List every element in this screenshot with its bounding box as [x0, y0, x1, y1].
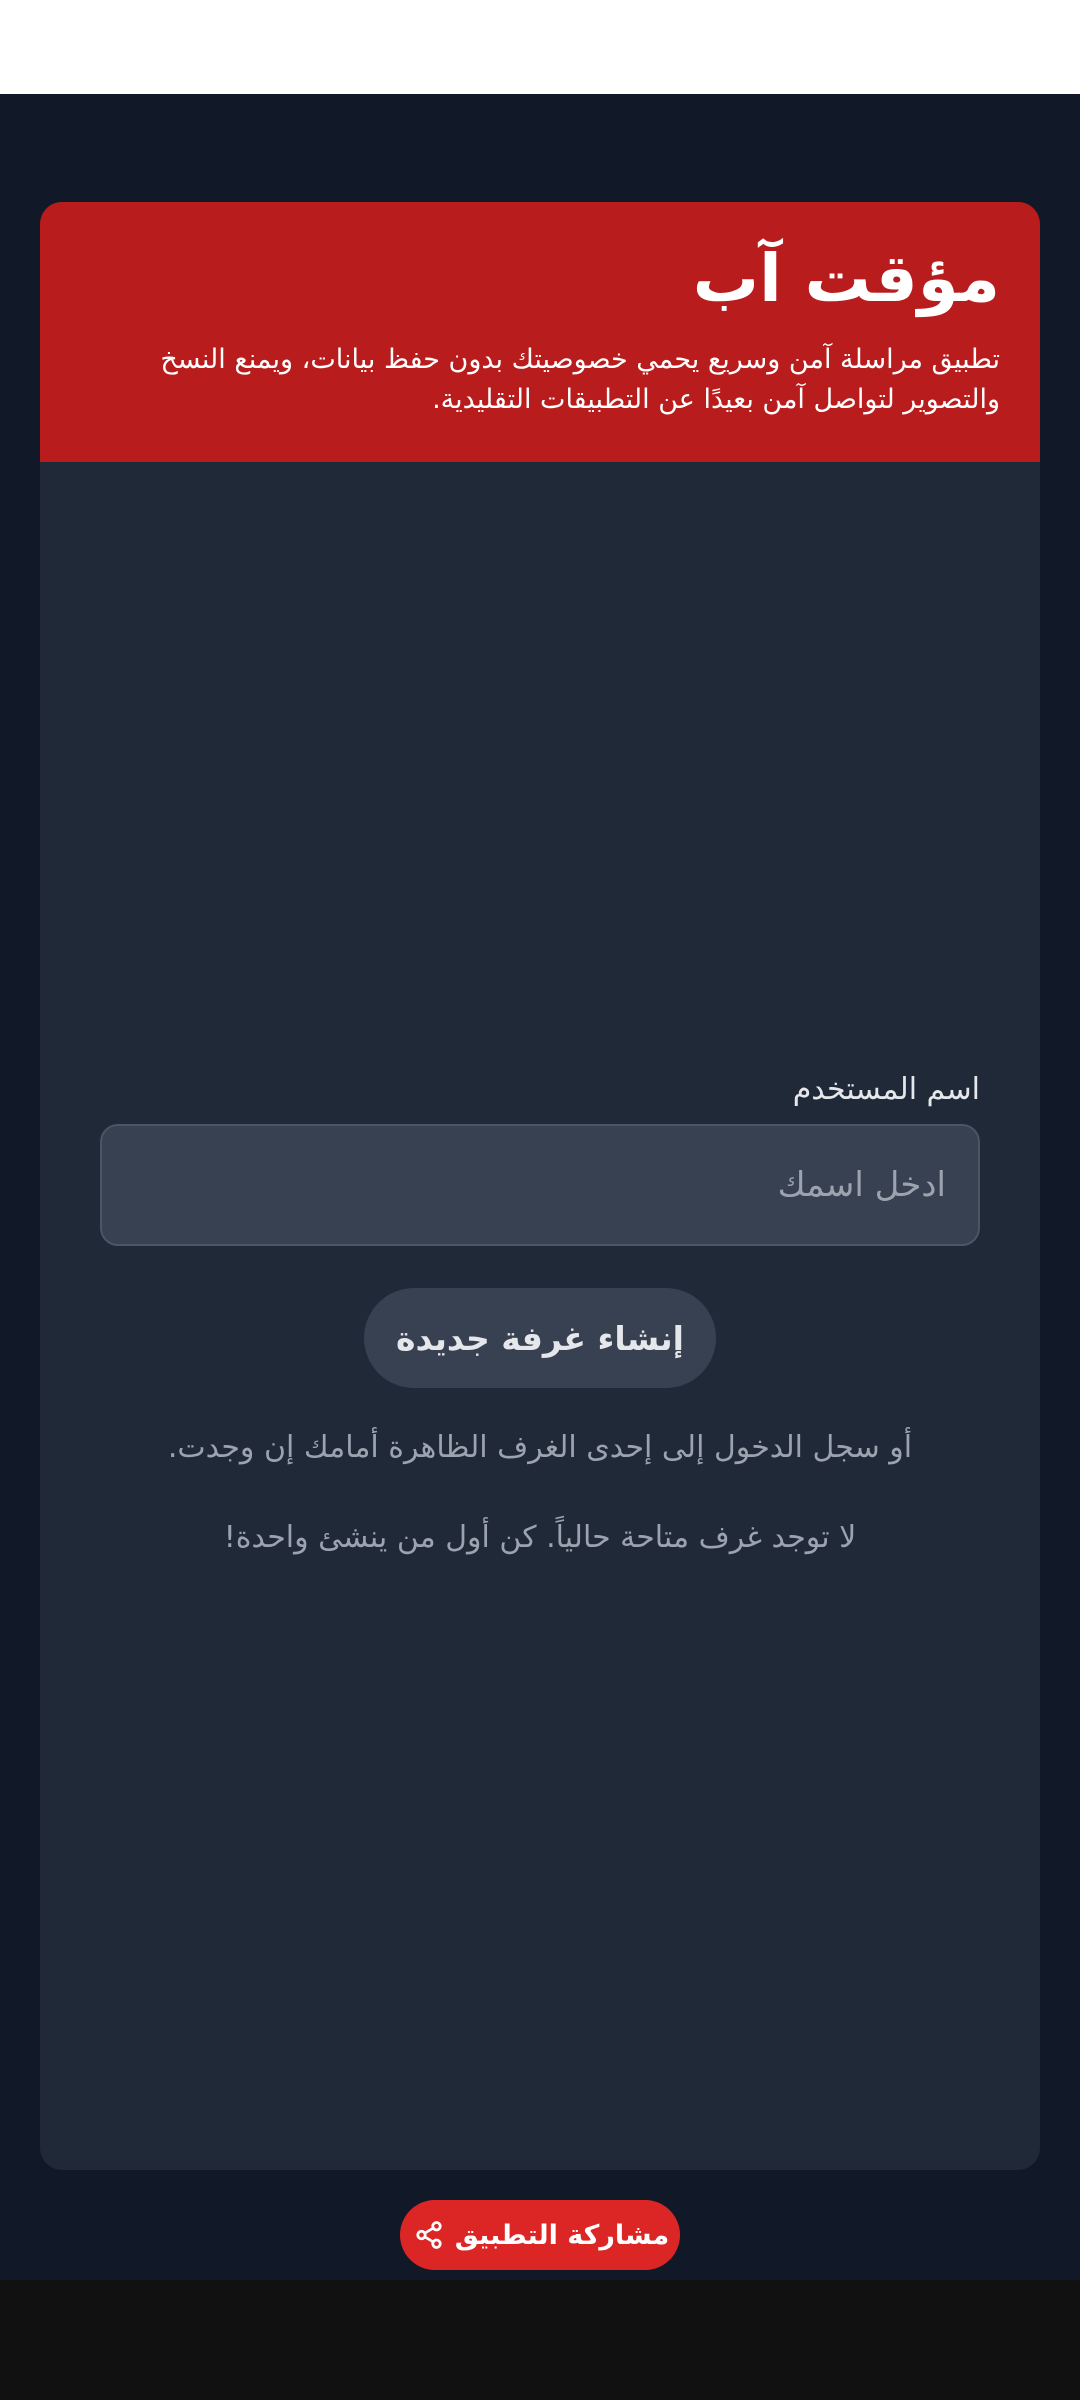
no-rooms-message: لا توجد غرف متاحة حالياً. كن أول من ينشئ… [223, 1520, 857, 1555]
app-header: مؤقت آب تطبيق مراسلة آمن وسريع يحمي خصوص… [40, 202, 1040, 462]
app-description: تطبيق مراسلة آمن وسريع يحمي خصوصيتك بدون… [160, 344, 1000, 415]
create-room-button[interactable]: إنشاء غرفة جديدة [364, 1288, 716, 1388]
share-app-button[interactable]: مشاركة التطبيق [400, 2200, 680, 2270]
share-app-label: مشاركة التطبيق [454, 2219, 670, 2251]
app-title: مؤقت آب [692, 240, 1000, 317]
username-label: اسم المستخدم [792, 1072, 980, 1107]
username-input[interactable] [100, 1124, 980, 1246]
main-card: مؤقت آب تطبيق مراسلة آمن وسريع يحمي خصوص… [40, 202, 1040, 2170]
share-icon [411, 2217, 447, 2253]
navigation-bar [0, 2280, 1080, 2400]
join-room-hint: أو سجل الدخول إلى إحدى الغرف الظاهرة أما… [167, 1430, 913, 1465]
status-bar [0, 0, 1080, 94]
